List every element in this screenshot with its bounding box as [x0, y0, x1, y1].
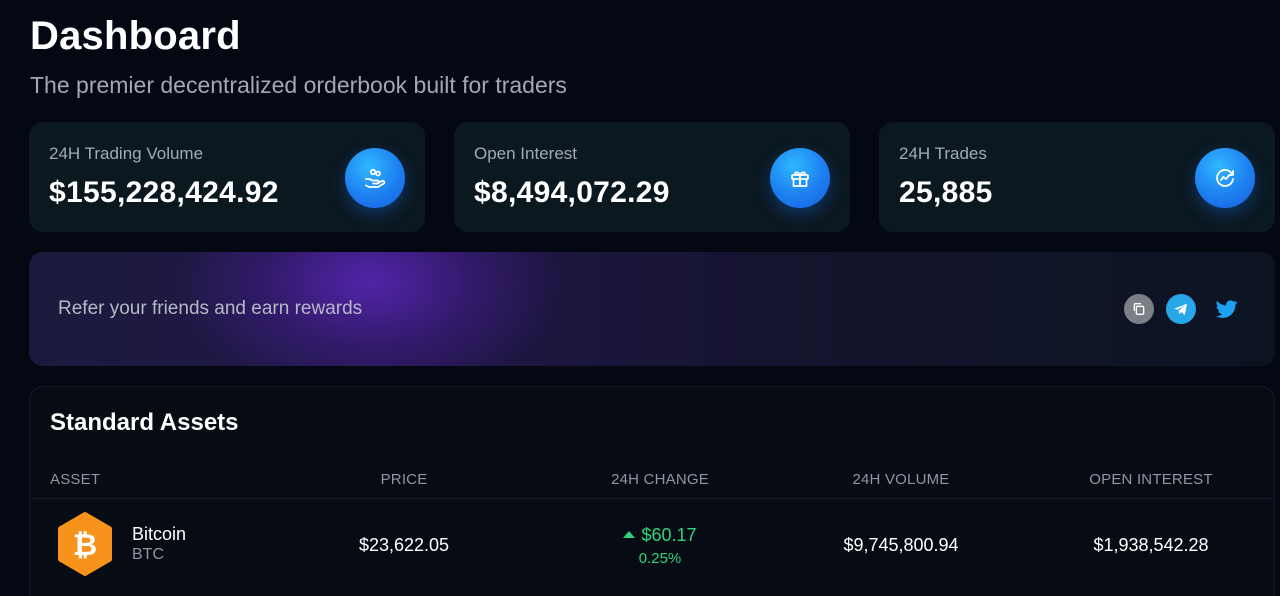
bitcoin-icon: ₿	[52, 511, 118, 577]
asset-symbol: BTC	[132, 546, 164, 563]
asset-24h-change: $60.17 0.25%	[590, 525, 730, 567]
asset-24h-volume: $9,745,800.94	[843, 535, 959, 555]
change-absolute: $60.17	[641, 525, 697, 545]
stat-label: 24H Trading Volume	[49, 144, 204, 163]
stat-card-open-interest: Open Interest $8,494,072.29	[454, 122, 850, 232]
column-header-asset[interactable]: ASSET	[50, 471, 100, 488]
gift-icon	[770, 148, 830, 208]
column-header-24h-volume[interactable]: 24H VOLUME	[836, 471, 966, 488]
standard-assets-panel: Standard Assets ASSET PRICE 24H CHANGE 2…	[29, 386, 1275, 596]
section-title: Standard Assets	[50, 409, 239, 436]
twitter-icon[interactable]	[1211, 294, 1241, 324]
hand-coins-icon	[345, 148, 405, 208]
stat-value: $155,228,424.92	[49, 176, 279, 209]
stat-card-trading-volume: 24H Trading Volume $155,228,424.92	[29, 122, 425, 232]
asset-open-interest: $1,938,542.28	[1093, 535, 1209, 555]
column-header-price[interactable]: PRICE	[360, 471, 448, 488]
page-subtitle: The premier decentralized orderbook buil…	[30, 72, 567, 98]
copy-icon[interactable]	[1124, 294, 1154, 324]
stat-label: Open Interest	[474, 144, 578, 163]
caret-up-icon	[623, 531, 636, 538]
table-row[interactable]: ₿ Bitcoin BTC $23,622.05 $60.17 0.25% $9…	[30, 499, 1274, 591]
stat-value: 25,885	[899, 176, 993, 209]
asset-price: $23,622.05	[358, 535, 450, 555]
column-header-24h-change[interactable]: 24H CHANGE	[590, 471, 730, 488]
column-header-open-interest[interactable]: OPEN INTEREST	[1080, 471, 1222, 488]
trend-cycle-icon	[1195, 148, 1255, 208]
stat-value: $8,494,072.29	[474, 176, 670, 209]
svg-text:₿: ₿	[73, 529, 97, 562]
referral-text: Refer your friends and earn rewards	[58, 298, 363, 319]
stat-card-trades: 24H Trades 25,885	[879, 122, 1275, 232]
dashboard-page: Dashboard The premier decentralized orde…	[0, 0, 1280, 596]
asset-name: Bitcoin	[132, 524, 187, 544]
change-percent: 0.25%	[638, 550, 682, 567]
page-title: Dashboard	[30, 14, 241, 58]
stat-label: 24H Trades	[899, 144, 987, 163]
referral-banner: Refer your friends and earn rewards	[29, 252, 1275, 366]
telegram-icon[interactable]	[1166, 294, 1196, 324]
